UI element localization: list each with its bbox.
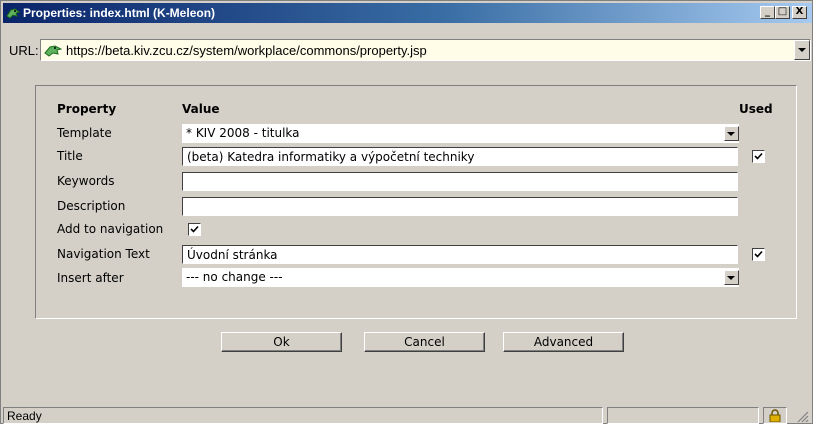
status-text: Ready bbox=[3, 407, 603, 424]
template-value: * KIV 2008 - titulka bbox=[186, 126, 300, 140]
navigation-text-value: Úvodní stránka bbox=[187, 248, 278, 262]
url-label: URL: bbox=[9, 43, 39, 58]
add-to-navigation-label: Add to navigation bbox=[57, 222, 164, 236]
description-label: Description bbox=[57, 199, 126, 213]
status-bar: Ready bbox=[3, 405, 812, 424]
navigation-text-used-checkbox[interactable] bbox=[752, 248, 765, 261]
template-dropdown-button[interactable] bbox=[724, 126, 739, 141]
chevron-down-icon bbox=[798, 48, 806, 52]
properties-panel: Property Value Used Template * KIV 2008 … bbox=[35, 85, 797, 319]
checkmark-icon bbox=[754, 152, 763, 160]
maximize-button[interactable]: □ bbox=[775, 6, 790, 19]
insert-after-select[interactable]: --- no change --- bbox=[182, 268, 739, 287]
chevron-down-icon bbox=[727, 276, 735, 280]
title-bar[interactable]: Properties: index.html (K-Meleon) _ □ X bbox=[3, 3, 812, 23]
value-column-header: Value bbox=[182, 102, 220, 116]
navigation-text-label: Navigation Text bbox=[57, 247, 150, 261]
checkmark-icon bbox=[754, 250, 763, 258]
url-dropdown-button[interactable] bbox=[794, 40, 810, 60]
status-pane-progress bbox=[607, 407, 759, 424]
title-field[interactable]: (beta) Katedra informatiky a výpočetní t… bbox=[182, 147, 738, 166]
insert-after-label: Insert after bbox=[57, 271, 124, 285]
title-label: Title bbox=[57, 149, 83, 163]
chevron-down-icon bbox=[727, 132, 735, 136]
close-button[interactable]: X bbox=[792, 6, 807, 19]
insert-after-dropdown-button[interactable] bbox=[724, 270, 739, 285]
title-used-checkbox[interactable] bbox=[752, 150, 765, 163]
k-meleon-icon bbox=[6, 8, 20, 19]
minimize-button[interactable]: _ bbox=[760, 6, 775, 19]
keywords-label: Keywords bbox=[57, 174, 115, 188]
add-to-navigation-checkbox[interactable] bbox=[188, 223, 201, 236]
template-label: Template bbox=[57, 126, 112, 140]
content-frame: Property Value Used Template * KIV 2008 … bbox=[11, 69, 806, 403]
properties-window: Properties: index.html (K-Meleon) _ □ X … bbox=[0, 0, 813, 424]
template-select[interactable]: * KIV 2008 - titulka bbox=[182, 124, 739, 143]
window-title: Properties: index.html (K-Meleon) bbox=[23, 6, 216, 20]
site-icon bbox=[44, 45, 62, 57]
cancel-button[interactable]: Cancel bbox=[364, 332, 485, 352]
status-pane-security[interactable] bbox=[763, 407, 787, 424]
url-bar: URL: https://beta.kiv.zcu.cz/system/work… bbox=[3, 25, 812, 65]
title-value: (beta) Katedra informatiky a výpočetní t… bbox=[187, 150, 475, 164]
insert-after-value: --- no change --- bbox=[186, 270, 283, 284]
resize-grip-icon[interactable] bbox=[795, 409, 809, 423]
navigation-text-field[interactable]: Úvodní stránka bbox=[182, 245, 738, 264]
url-text: https://beta.kiv.zcu.cz/system/workplace… bbox=[66, 43, 427, 58]
url-input[interactable]: https://beta.kiv.zcu.cz/system/workplace… bbox=[40, 39, 811, 61]
advanced-button[interactable]: Advanced bbox=[503, 332, 624, 352]
lock-icon bbox=[769, 409, 781, 422]
ok-button[interactable]: Ok bbox=[221, 332, 342, 352]
keywords-field[interactable] bbox=[182, 172, 738, 191]
property-column-header: Property bbox=[57, 102, 117, 116]
used-column-header: Used bbox=[739, 102, 773, 116]
checkmark-icon bbox=[190, 225, 199, 233]
description-field[interactable] bbox=[182, 197, 738, 216]
